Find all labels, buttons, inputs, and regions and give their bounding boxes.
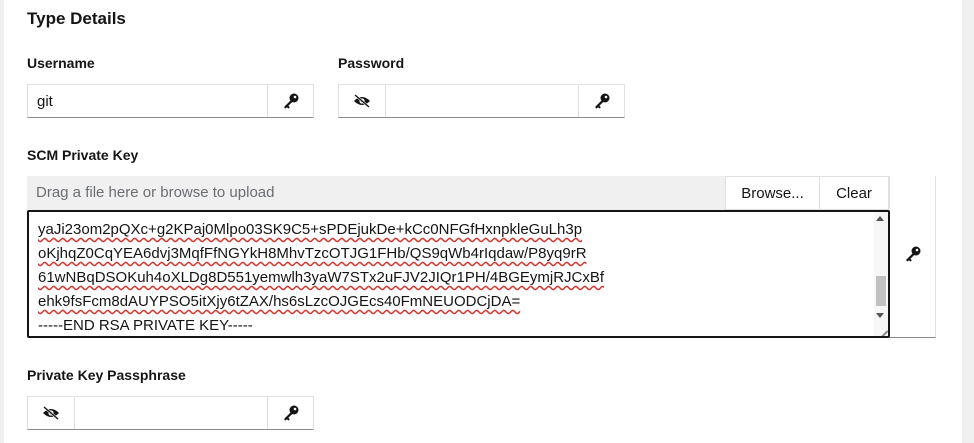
upload-placeholder: Drag a file here or browse to upload (36, 184, 275, 201)
key-icon[interactable] (890, 238, 936, 270)
scrollbar-thumb[interactable] (876, 276, 886, 306)
textarea-scrollbar[interactable] (874, 212, 888, 336)
key-line: 61wNBqDSOKuh4oXLDg8D551yemwlh3yaW7STx2uF… (38, 269, 605, 286)
password-field (338, 84, 625, 118)
key-line: yaJi23om2pQXc+g2KPaj0Mlpo03SK9C5+sPDEjuk… (38, 221, 583, 238)
key-line: -----END RSA PRIVATE KEY----- (38, 317, 253, 334)
private-key-textarea[interactable]: yaJi23om2pQXc+g2KPaj0Mlpo03SK9C5+sPDEjuk… (27, 210, 890, 338)
file-upload-dropzone[interactable]: Drag a file here or browse to upload (27, 176, 725, 210)
username-field: git (27, 84, 314, 118)
clear-button[interactable]: Clear (819, 176, 889, 210)
private-key-lookup (889, 176, 936, 338)
username-input[interactable]: git (37, 93, 53, 110)
private-key-content: yaJi23om2pQXc+g2KPaj0Mlpo03SK9C5+sPDEjuk… (38, 212, 605, 336)
key-icon[interactable] (268, 397, 314, 429)
browse-button[interactable]: Browse... (725, 176, 820, 210)
eye-slash-icon[interactable] (28, 397, 74, 429)
scroll-down-icon[interactable] (876, 313, 884, 318)
key-line: ehk9fsFcm8dAUYPSO5itXjy6tZAX/hs6sLzcOJGE… (38, 293, 521, 310)
type-details-panel: Type Details Username git Password SCM P… (4, 0, 962, 443)
passphrase-field (27, 396, 314, 430)
passphrase-label: Private Key Passphrase (27, 367, 186, 383)
username-label: Username (27, 55, 95, 71)
scroll-up-icon[interactable] (876, 216, 884, 221)
eye-slash-icon[interactable] (339, 85, 385, 117)
password-label: Password (338, 55, 405, 71)
key-icon[interactable] (579, 85, 625, 117)
section-title: Type Details (27, 9, 126, 28)
key-line: oKjhqZ0CqYEA6dvj3MqfFfNGYkH8MhvTzcOTJG1F… (38, 245, 587, 262)
scm-private-key-label: SCM Private Key (27, 147, 139, 163)
key-icon[interactable] (268, 85, 314, 117)
